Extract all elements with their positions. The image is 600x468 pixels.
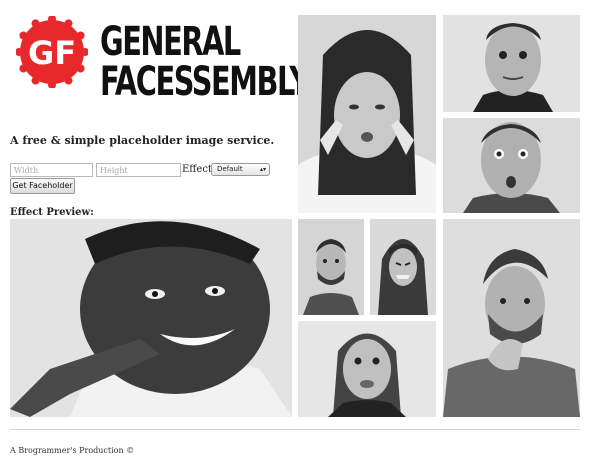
effect-selected-value: Default	[217, 165, 243, 173]
photo-man-smiling-pointing	[10, 219, 292, 417]
photo-man-bearded-smiling	[298, 219, 364, 315]
photo-man-thinking	[443, 219, 580, 417]
get-faceholder-button[interactable]: Get Faceholder	[10, 178, 75, 194]
brand-line-2: FACESSEMBLY	[100, 59, 310, 105]
effect-preview-heading: Effect Preview:	[10, 207, 94, 218]
brand-wordmark: GENERAL FACESSEMBLY	[100, 19, 310, 105]
photo-woman-grimace	[370, 219, 436, 315]
footer-divider	[10, 429, 580, 430]
width-input[interactable]	[10, 163, 93, 177]
logo-letters: GF	[28, 34, 76, 72]
logo-badge: GF	[15, 15, 89, 89]
tagline: A free & simple placeholder image servic…	[10, 134, 275, 147]
height-input[interactable]	[96, 163, 181, 177]
photo-man-surprised	[443, 118, 580, 213]
photo-man-crossed-eyes	[443, 15, 580, 112]
brand-line-1: GENERAL	[100, 19, 241, 65]
effect-select[interactable]: Default ▴▾	[211, 163, 270, 176]
select-arrows-icon: ▴▾	[259, 166, 266, 173]
photo-woman-cheeks-pushed	[298, 15, 436, 213]
photo-woman-funny-face	[298, 321, 436, 417]
footer-credit: A Brogrammer's Production ©	[10, 446, 135, 455]
